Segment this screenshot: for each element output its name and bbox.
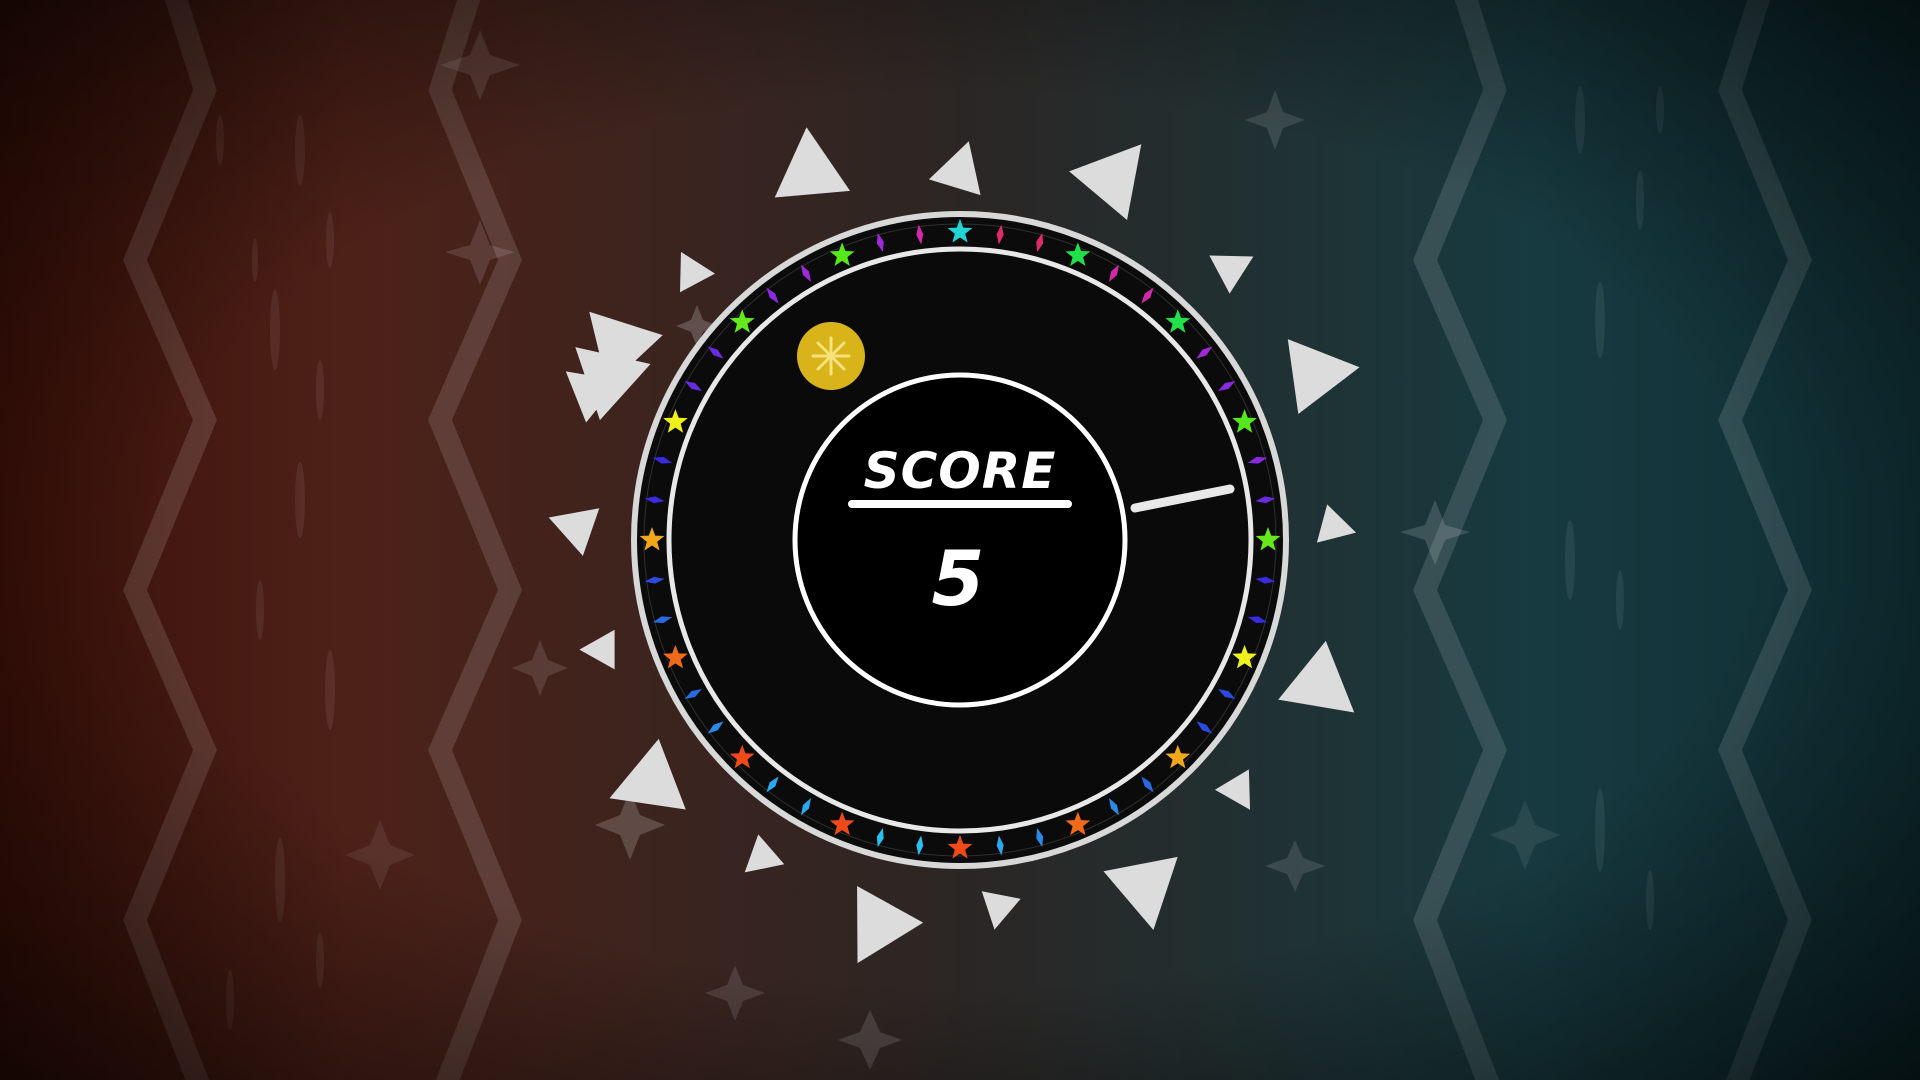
triangle-spike-icon	[928, 141, 981, 196]
triangle-spike-icon	[589, 311, 663, 387]
triangle-spike-icon	[1316, 504, 1357, 543]
sun-coin-icon	[797, 322, 865, 390]
triangle-spike-icon	[680, 251, 715, 293]
triangle-spike-icon	[744, 834, 785, 873]
triangle-spike-icon	[1209, 255, 1254, 294]
triangle-spike-icon	[579, 629, 615, 670]
triangle-spike-icon	[1214, 769, 1251, 810]
game-screen: SCORE 5	[0, 0, 1920, 1080]
triangle-spike-icon	[857, 886, 924, 964]
triangle-spike-icon	[548, 508, 600, 556]
triangle-spike-icon	[774, 127, 851, 198]
triangle-spike-icon	[609, 738, 686, 810]
triangle-spike-icon	[1069, 144, 1142, 221]
triangle-spike-icon	[1103, 856, 1178, 931]
game-board: SCORE 5	[548, 127, 1360, 964]
score-underline	[848, 500, 1072, 508]
triangle-spike-icon	[1287, 339, 1360, 415]
triangle-spike-icon	[981, 891, 1021, 930]
triangle-spike-icon	[1278, 640, 1355, 713]
score-label: SCORE	[864, 442, 1057, 500]
score-value: 5	[932, 534, 985, 623]
